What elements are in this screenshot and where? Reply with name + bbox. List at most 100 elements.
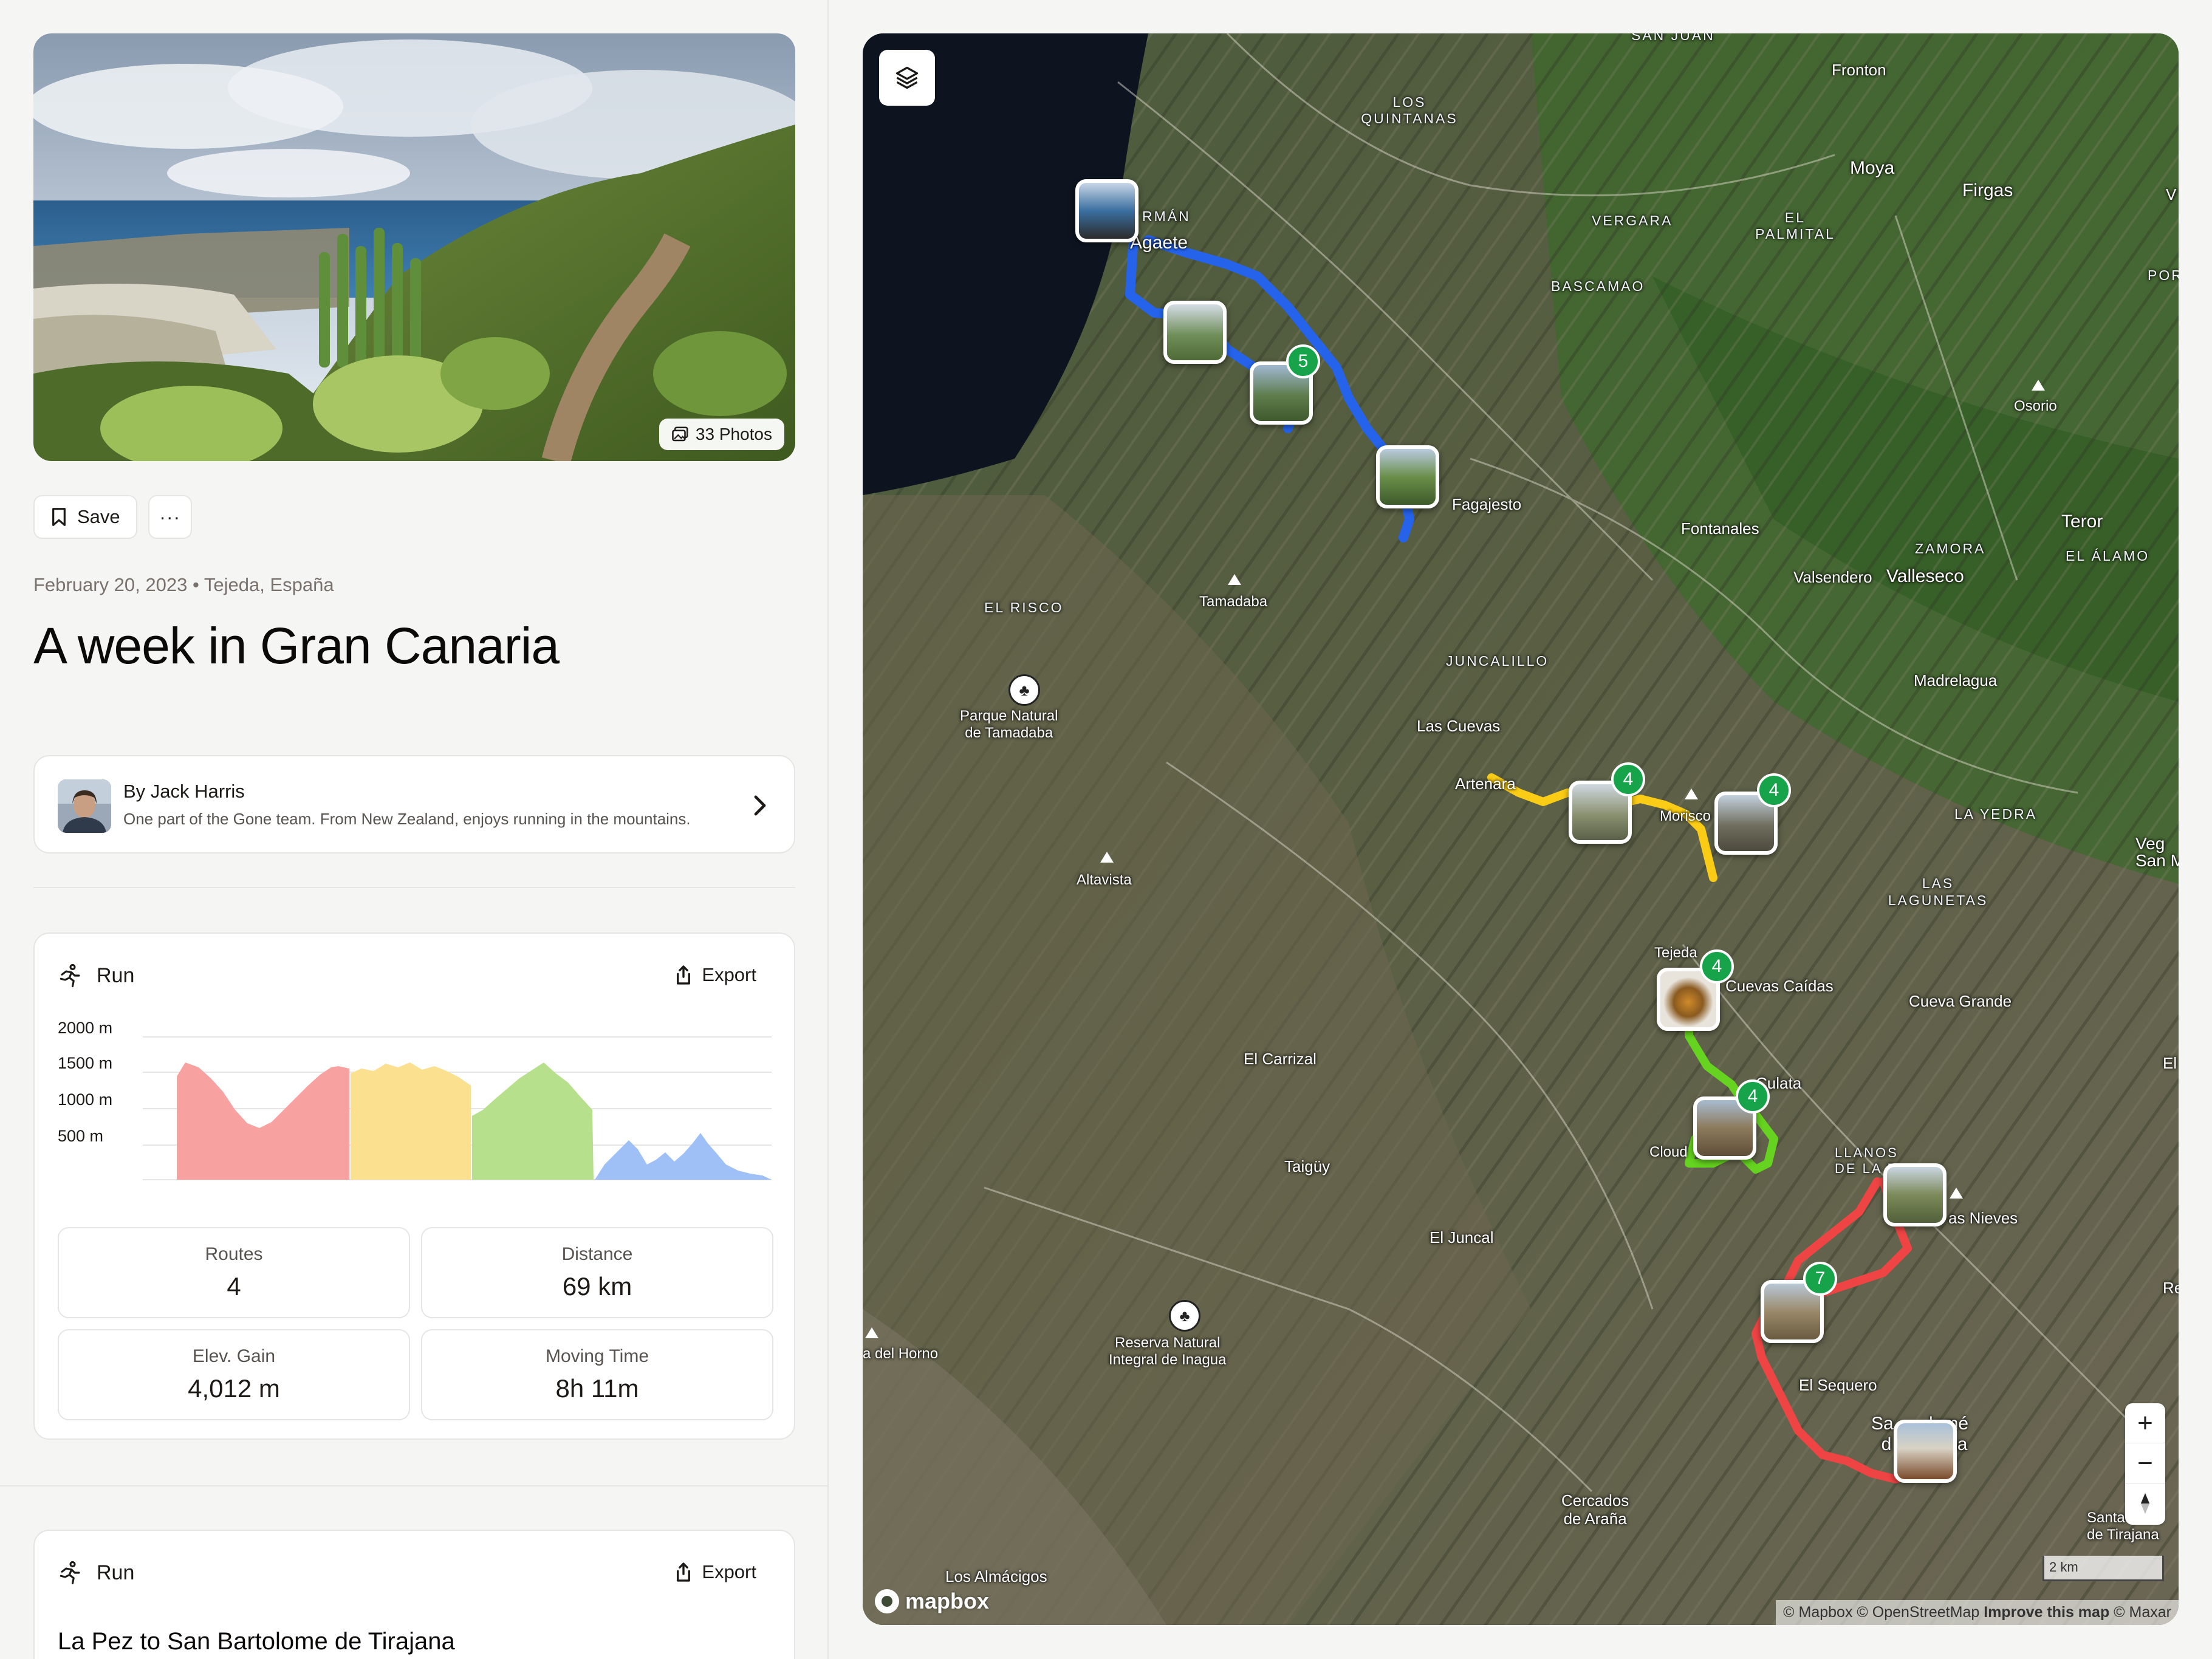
place-label: Cloud [1649, 1144, 1688, 1160]
photos-count-badge[interactable]: 33 Photos [659, 419, 784, 450]
place-label: El [2163, 1054, 2177, 1072]
place-label: Agaete [1130, 233, 1188, 253]
route-photo-thumbnail[interactable] [1075, 179, 1139, 242]
activity-label: Run [97, 963, 135, 987]
route-photo-thumbnail[interactable] [1163, 301, 1227, 364]
place-label: LOS QUINTANAS [1361, 94, 1458, 126]
route-photo-thumbnail[interactable] [1883, 1163, 1947, 1226]
more-options-button[interactable]: ··· [148, 495, 192, 539]
place-label: VERGARA [1592, 213, 1673, 228]
place-label: El Sequero [1799, 1376, 1877, 1394]
zoom-controls: + − [2125, 1403, 2165, 1525]
hero-photo[interactable]: 33 Photos [33, 33, 795, 461]
place-label: EL PALMITAL [1755, 210, 1835, 242]
stat-distance: Distance 69 km [421, 1227, 773, 1318]
activity-label: Run [97, 1561, 135, 1584]
avatar [58, 779, 111, 833]
stat-label: Distance [561, 1244, 633, 1264]
route-photo-thumbnail[interactable] [1894, 1420, 1957, 1483]
elevation-profile: 2000 m 1500 m 1000 m 500 m [58, 1019, 775, 1201]
place-label: a del Horno [863, 1346, 939, 1362]
share-icon [677, 1562, 691, 1582]
place-label: Altavista [1077, 872, 1132, 888]
place-label: Tamadaba [1199, 593, 1268, 610]
export-label: Export [702, 964, 756, 985]
peak-icon [2032, 380, 2045, 391]
save-button-label: Save [77, 506, 120, 527]
compass-icon [2140, 1493, 2150, 1514]
place-label: BASCAMAO [1551, 278, 1645, 294]
place-label: Fagajesto [1452, 495, 1522, 513]
route-card[interactable]: Run Export La Pez to San Bartolome de Ti… [33, 1530, 795, 1659]
park-icon: ♣ [1008, 674, 1040, 706]
map-attribution: © Mapbox © OpenStreetMap Improve this ma… [1776, 1600, 2179, 1625]
place-label: Fontanales [1681, 519, 1759, 538]
photos-icon [672, 426, 688, 442]
export-button[interactable]: Export [674, 964, 756, 986]
place-label: Cueva Grande [1909, 992, 2012, 1010]
route-photo-thumbnail[interactable] [1376, 445, 1439, 508]
photo-count-badge: 7 [1803, 1262, 1837, 1296]
save-button[interactable]: Save [33, 495, 137, 539]
place-label: Teror [2061, 511, 2103, 532]
place-label: SAN JUAN [1631, 33, 1715, 43]
more-options-icon: ··· [159, 505, 181, 528]
place-label: Osorio [2014, 398, 2057, 414]
stat-value: 69 km [562, 1272, 632, 1301]
author-name: By Jack Harris [123, 781, 245, 802]
stat-value: 8h 11m [555, 1374, 639, 1403]
place-label: Reserva Natural Integral de Inagua [1109, 1335, 1227, 1368]
place-label: Madrelagua [1914, 671, 1998, 689]
park-icon: ♣ [1169, 1300, 1200, 1332]
hero-landscape-image [33, 33, 795, 461]
run-icon [60, 963, 80, 988]
place-label: Morisco [1660, 808, 1711, 824]
page-title: A week in Gran Canaria [33, 617, 560, 674]
improve-map-link[interactable]: Improve this map [1984, 1604, 2109, 1621]
author-bio: One part of the Gone team. From New Zeal… [123, 810, 691, 828]
place-label: Moya [1850, 158, 1895, 178]
compass-button[interactable] [2125, 1483, 2165, 1524]
stat-label: Routes [205, 1244, 263, 1264]
attribution-text[interactable]: © Mapbox © OpenStreetMap [1783, 1604, 1979, 1621]
place-label: POR [2148, 267, 2179, 283]
place-label: V [2166, 185, 2177, 204]
zoom-out-button[interactable]: − [2125, 1443, 2165, 1483]
place-label: as Nieves [1948, 1209, 2018, 1227]
share-icon [677, 965, 691, 985]
place-label: LA YEDRA [1954, 806, 2038, 822]
photo-count-badge: 4 [1736, 1079, 1770, 1113]
peak-icon [1685, 788, 1698, 799]
map-layers-button[interactable] [879, 50, 935, 106]
place-label: Firgas [1962, 180, 2013, 200]
peak-icon [865, 1327, 878, 1338]
place-label: Taigüy [1284, 1157, 1330, 1175]
trip-sidebar: 33 Photos Save ··· February 20, 2023 • T… [0, 0, 829, 1659]
route-3-elevation [472, 1062, 594, 1180]
place-label: Cercados de Araña [1561, 1491, 1629, 1528]
place-label: Cuevas Caídas [1725, 977, 1834, 995]
stat-label: Moving Time [545, 1346, 649, 1366]
mapbox-logo: mapbox [875, 1589, 989, 1614]
map-view[interactable]: SAN JUAN LOS QUINTANAS Fronton Moya Firg… [863, 33, 2179, 1625]
peak-icon [1228, 574, 1241, 585]
summary-card: Run Export 2000 m 1500 m 1000 m 500 m Ro… [33, 932, 795, 1440]
place-label: EL RISCO [984, 600, 1064, 615]
export-button[interactable]: Export [674, 1561, 756, 1583]
place-label: LAS LAGUNETAS [1888, 875, 1988, 908]
photo-count-badge: 4 [1611, 762, 1645, 796]
divider [33, 887, 795, 888]
author-card[interactable]: By Jack Harris One part of the Gone team… [33, 755, 795, 853]
place-label: Las Cuevas [1417, 717, 1501, 735]
activity-header: Run [58, 1560, 134, 1585]
route-1-elevation [177, 1062, 349, 1180]
attribution-text[interactable]: © Maxar [2114, 1604, 2171, 1621]
zoom-in-button[interactable]: + [2125, 1403, 2165, 1443]
place-label: Valsendero [1793, 568, 1872, 586]
place-label: Artenara [1455, 775, 1516, 793]
export-label: Export [702, 1561, 756, 1582]
stat-moving-time: Moving Time 8h 11m [421, 1329, 773, 1420]
divider [0, 1485, 829, 1486]
mapbox-logo-icon [875, 1589, 899, 1613]
place-label: Veg San M [2135, 834, 2179, 870]
